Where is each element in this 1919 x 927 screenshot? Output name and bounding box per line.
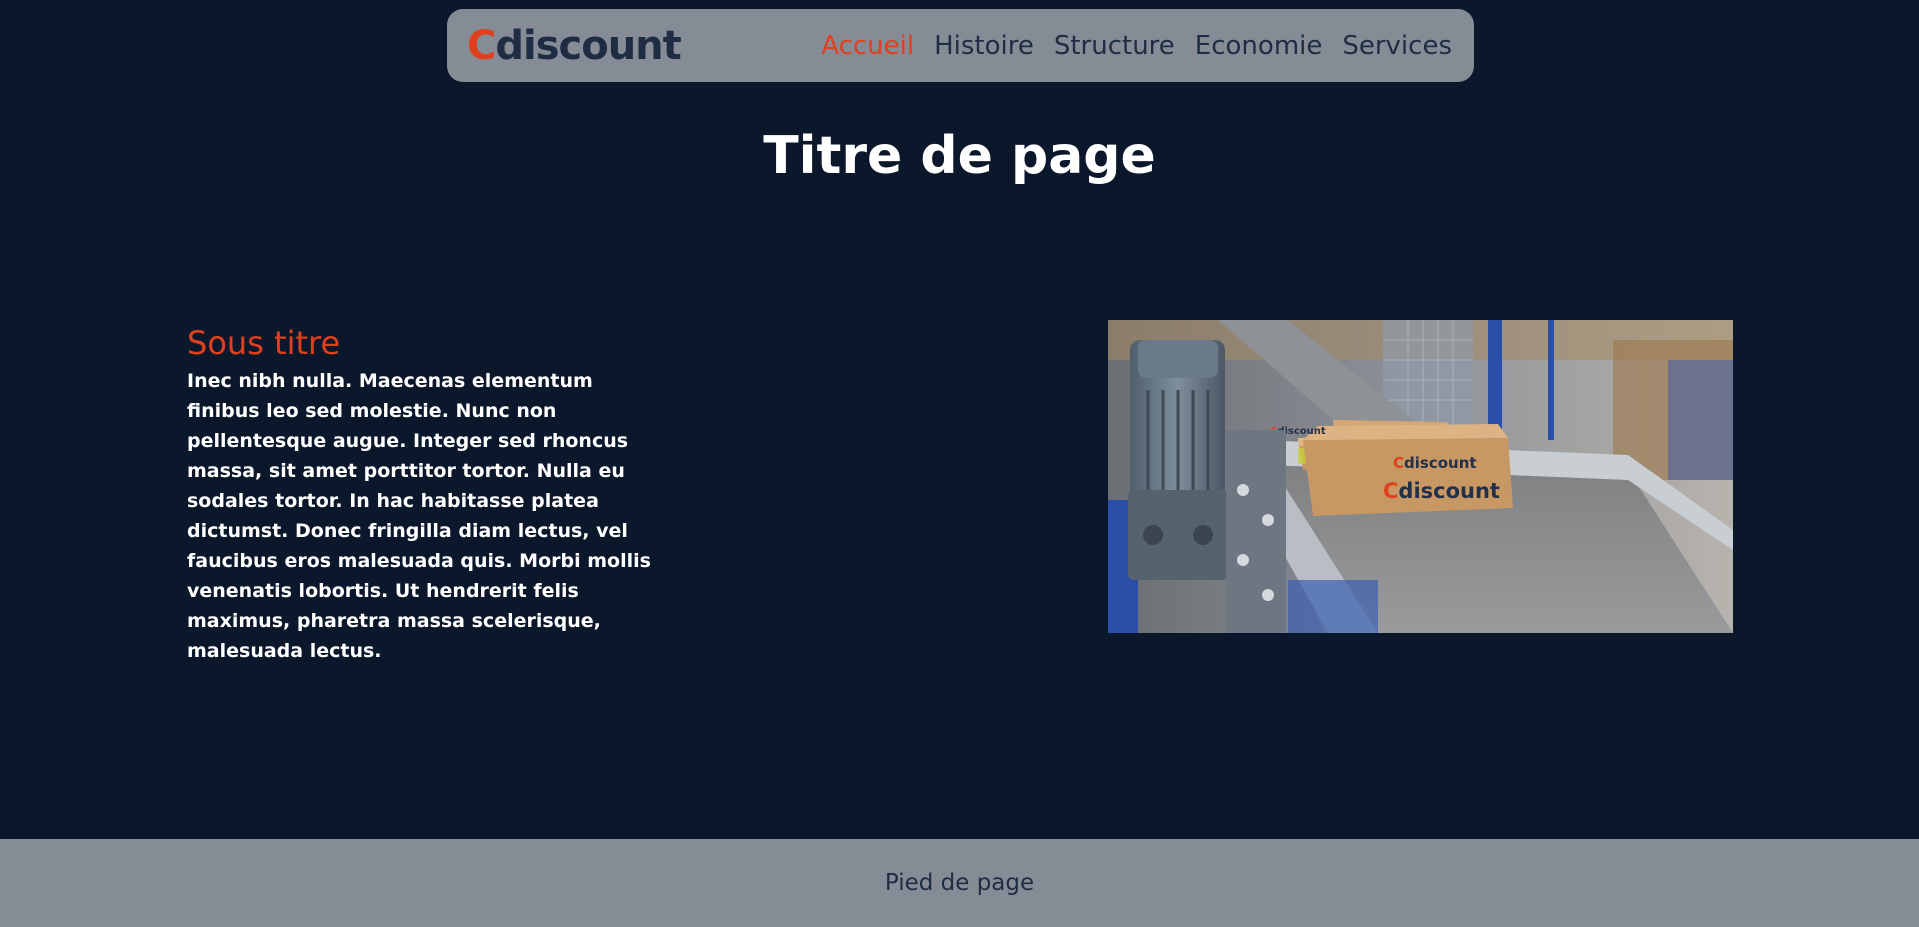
content-section: Sous titre Inec nibh nulla. Maecenas ele… [187,322,662,666]
nav-link-accueil[interactable]: Accueil [821,31,914,61]
nav-link-histoire[interactable]: Histoire [934,31,1034,61]
page-title: Titre de page [763,126,1156,186]
top-navbar: Cdiscount Accueil Histoire Structure Eco… [447,9,1474,82]
nav-link-structure[interactable]: Structure [1054,31,1175,61]
section-paragraph: Inec nibh nulla. Maecenas elementum fini… [187,370,651,662]
nav-link-economie[interactable]: Economie [1195,31,1323,61]
footer-text: Pied de page [884,870,1035,896]
main-nav: Accueil Histoire Structure Economie Serv… [821,9,1452,82]
logo-wordmark: discount [495,23,681,69]
svg-text:Cdiscount: Cdiscount [1383,479,1500,503]
svg-text:Cdiscount: Cdiscount [1393,454,1477,472]
page-footer: Pied de page [0,839,1919,927]
cdiscount-logo[interactable]: Cdiscount [467,23,682,69]
warehouse-conveyor-photo: Cdiscount Cdiscount Cdiscount [1108,320,1733,633]
nav-link-services[interactable]: Services [1342,31,1452,61]
section-subtitle: Sous titre [187,324,341,362]
logo-letter-c: C [467,23,496,69]
